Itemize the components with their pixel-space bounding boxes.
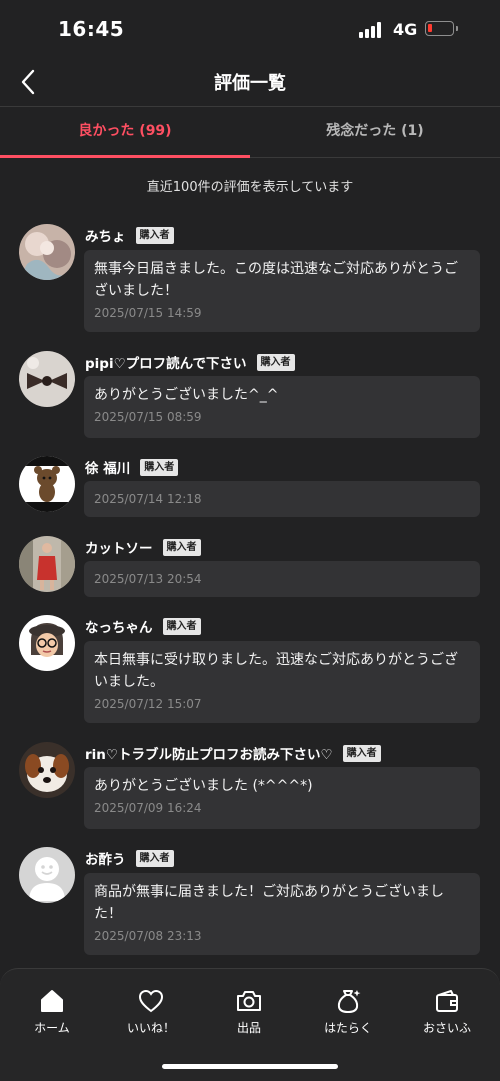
avatar[interactable] <box>19 615 75 671</box>
home-icon <box>41 990 63 1012</box>
page-title: 評価一覧 <box>214 73 286 94</box>
status-time: 16:45 <box>58 17 125 41</box>
money-bag-icon <box>337 990 361 1013</box>
nav-bar: 評価一覧 <box>0 60 500 107</box>
buyer-badge: 購入者 <box>162 617 201 635</box>
avatar[interactable] <box>19 224 75 280</box>
name-row: rin♡トラブル防止プロフお読み下さい♡ 購入者 <box>85 742 381 764</box>
camera-icon <box>237 991 261 1011</box>
tab-good[interactable]: 良かった (99) <box>0 107 250 158</box>
review-comment: 無事今日届きました。この度は迅速なご対応ありがとうございました！ <box>94 261 458 299</box>
name-row: みちょ 購入者 <box>85 224 174 246</box>
review-date: 2025/07/15 14:59 <box>94 306 202 320</box>
buyer-badge: 購入者 <box>162 538 201 556</box>
name-row: 徐 福川 購入者 <box>85 456 179 478</box>
review-bubble: 商品が無事に届きました！ご対応ありがとうございました！ 2025/07/08 2… <box>84 873 480 955</box>
review-comment: ありがとうございました^_^ <box>94 387 279 403</box>
name-row: pipi♡プロフ読んで下さい 購入者 <box>85 351 295 373</box>
buyer-badge: 購入者 <box>135 226 174 244</box>
review-bubble: 2025/07/13 20:54 <box>84 561 480 597</box>
user-name[interactable]: pipi♡プロフ読んで下さい <box>85 352 247 372</box>
heart-icon <box>138 989 164 1013</box>
review-date: 2025/07/13 20:54 <box>94 572 202 586</box>
home-indicator <box>162 1064 338 1069</box>
name-row: お酢う 購入者 <box>85 847 174 869</box>
buyer-badge: 購入者 <box>256 353 295 371</box>
nav-work[interactable]: はたらく <box>298 987 398 1036</box>
nav-home[interactable]: ホーム <box>2 987 102 1036</box>
review-date: 2025/07/09 16:24 <box>94 801 202 815</box>
avatar[interactable] <box>19 536 75 592</box>
review-bubble: 本日無事に受け取りました。迅速なご対応ありがとうございました。 2025/07/… <box>84 641 480 723</box>
buyer-badge: 購入者 <box>342 744 381 762</box>
nav-label: ホーム <box>34 1021 70 1035</box>
signal-icon <box>359 22 385 38</box>
nav-wallet[interactable]: おさいふ <box>397 987 497 1036</box>
nav-likes[interactable]: いいね！ <box>101 987 201 1036</box>
review-date: 2025/07/14 12:18 <box>94 492 202 506</box>
review-comment: ありがとうございました (*^^^*) <box>94 778 313 794</box>
avatar[interactable] <box>19 351 75 407</box>
nav-label: いいね！ <box>126 1021 175 1035</box>
review-bubble: ありがとうございました^_^ 2025/07/15 08:59 <box>84 376 480 438</box>
user-name[interactable]: なっちゃん <box>85 616 153 636</box>
avatar[interactable] <box>19 742 75 798</box>
buyer-badge: 購入者 <box>140 458 179 476</box>
battery-icon <box>425 21 458 36</box>
review-bubble: 無事今日届きました。この度は迅速なご対応ありがとうございました！ 2025/07… <box>84 250 480 332</box>
avatar[interactable] <box>19 456 75 512</box>
nav-label: おさいふ <box>422 1021 471 1035</box>
nav-label: はたらく <box>324 1021 372 1035</box>
review-bubble: 2025/07/14 12:18 <box>84 481 480 517</box>
buyer-badge: 購入者 <box>135 849 174 867</box>
name-row: カットソー 購入者 <box>85 536 201 558</box>
user-name[interactable]: 徐 福川 <box>85 457 130 477</box>
name-row: なっちゃん 購入者 <box>85 615 201 637</box>
avatar[interactable] <box>19 847 75 903</box>
rating-tabs: 良かった (99) 残念だった (1) <box>0 107 500 158</box>
review-bubble: ありがとうございました (*^^^*) 2025/07/09 16:24 <box>84 767 480 829</box>
user-name[interactable]: rin♡トラブル防止プロフお読み下さい♡ <box>85 743 333 763</box>
review-comment: 本日無事に受け取りました。迅速なご対応ありがとうございました。 <box>94 652 458 690</box>
status-bar: 16:45 4G <box>0 0 500 60</box>
review-date: 2025/07/12 15:07 <box>94 697 202 711</box>
tab-bad[interactable]: 残念だった (1) <box>250 107 500 157</box>
network-type: 4G <box>393 20 418 39</box>
nav-sell[interactable]: 出品 <box>199 987 299 1036</box>
wallet-icon <box>436 990 458 1012</box>
review-date: 2025/07/08 23:13 <box>94 929 202 943</box>
user-name[interactable]: お酢う <box>85 848 126 868</box>
review-comment: 商品が無事に届きました！ご対応ありがとうございました！ <box>94 884 444 922</box>
nav-label: 出品 <box>236 1021 261 1035</box>
user-name[interactable]: カットソー <box>85 537 153 557</box>
review-date: 2025/07/15 08:59 <box>94 410 202 424</box>
notice-text: 直近100件の評価を表示しています <box>146 180 354 195</box>
user-name[interactable]: みちょ <box>85 225 126 245</box>
